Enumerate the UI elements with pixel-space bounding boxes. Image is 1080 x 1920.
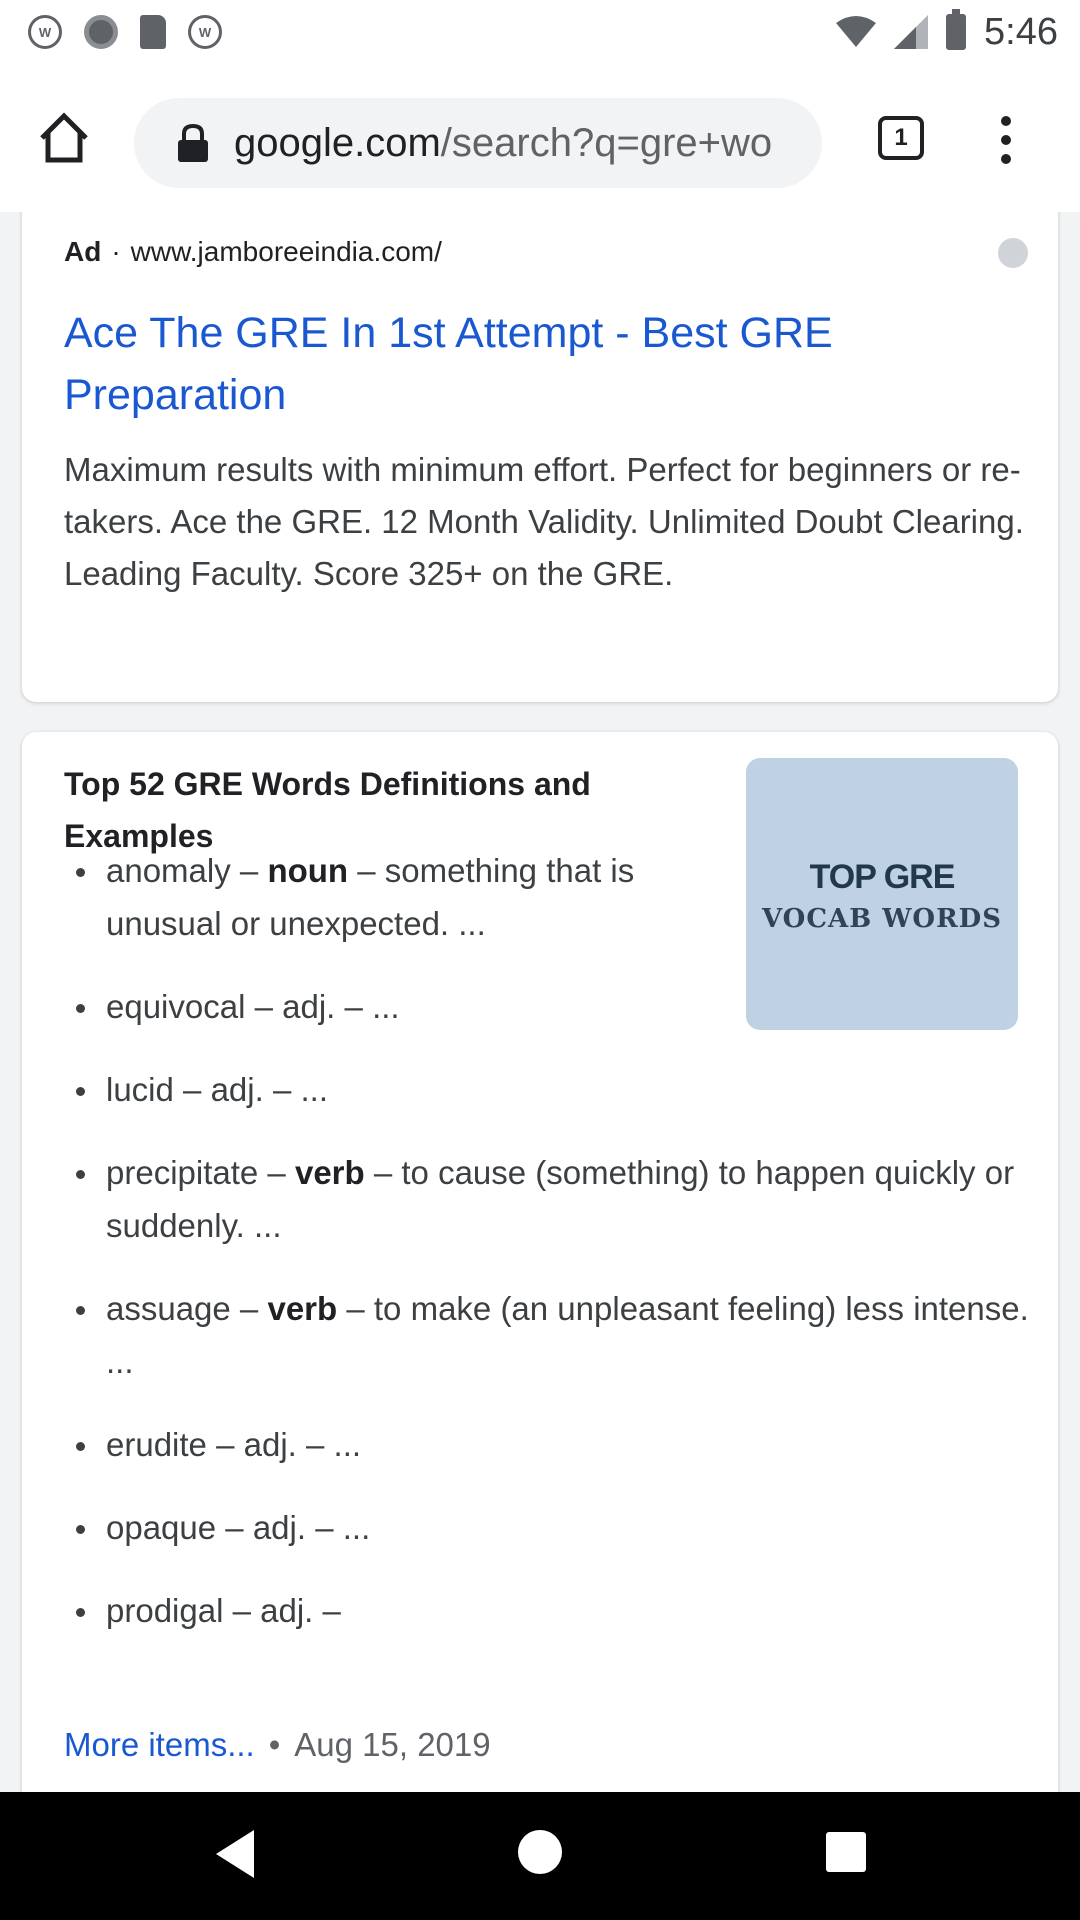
item-pos: adj. [243,1426,297,1463]
browser-toolbar: google.com/search?q=gre+wo 1 [0,64,1080,212]
home-icon[interactable] [36,110,92,166]
overflow-menu-icon[interactable] [994,116,1018,164]
ad-url-line: Ad · www.jamboreeindia.com/ [64,236,442,268]
item-word: erudite [106,1426,207,1463]
list-item: prodigal – adj. – [64,1584,1034,1637]
list-item: erudite – adj. – ... [64,1418,1034,1471]
featured-snippet-card: Top 52 GRE Words Definitions and Example… [22,732,1058,1792]
item-definition: ... [372,988,400,1025]
item-pos: noun [267,852,349,889]
list-item: anomaly – noun – something that is unusu… [64,844,726,950]
url-text[interactable]: google.com/search?q=gre+wo [234,121,772,166]
item-pos: adj. [210,1071,264,1108]
list-item: assuage – verb – to make (an unpleasant … [64,1282,1034,1388]
item-word: assuage [106,1290,231,1327]
ubereats-notification-icon: W [188,15,222,49]
ad-label: Ad [64,236,102,267]
item-pos: verb [267,1290,338,1327]
tabs-icon[interactable]: 1 [878,116,924,160]
item-definition: ... [300,1071,329,1108]
circle-notification-icon [84,15,118,49]
ad-description: Maximum results with minimum effort. Per… [64,451,1024,592]
wifi-icon [836,16,877,47]
item-pos: verb [294,1154,365,1191]
more-items-link[interactable]: More items... [64,1726,255,1763]
ad-card: Ad · www.jamboreeindia.com/ Ace The GRE In… [22,212,1058,702]
info-icon[interactable] [998,238,1028,268]
home-circle-icon[interactable] [518,1830,562,1874]
address-bar[interactable]: google.com/search?q=gre+wo [134,98,822,188]
footer-separator: • [268,1726,281,1763]
list-item: equivocal – adj. – ... [64,980,726,1033]
list-item: lucid – adj. – ... [64,1063,1034,1116]
url-host: google.com [234,120,441,165]
item-pos: adj. [282,988,336,1025]
item-word: equivocal [106,988,246,1025]
system-nav-bar [0,1792,1080,1920]
url-path: /search?q=gre+wo [440,120,773,165]
ad-display-url[interactable]: www.jamboreeindia.com/ [131,236,442,267]
clock: 5:46 [984,10,1058,53]
item-word: anomaly [106,852,231,889]
status-bar: W W 5:46 [0,0,1080,64]
list-item: precipitate – verb – to cause (something… [64,1146,1034,1252]
item-word: opaque [106,1509,217,1546]
sd-card-icon [140,15,166,49]
recents-icon[interactable] [826,1832,866,1872]
item-definition: ... [342,1509,371,1546]
result-date: Aug 15, 2019 [294,1726,491,1763]
item-pos: adj. [252,1509,307,1546]
item-definition: to make (an unpleasant feeling) less int… [106,1290,1029,1380]
ad-title-link[interactable]: Ace The GRE In 1st Attempt - Best GRE Pr… [64,302,964,426]
item-definition: ... [333,1426,362,1463]
word-list: anomaly – noun – something that is unusu… [64,844,1034,1667]
ad-separator: · [111,236,121,267]
item-word: precipitate [106,1154,259,1191]
list-item: opaque – adj. – ... [64,1501,1034,1554]
back-icon[interactable] [216,1830,254,1878]
item-word: lucid [106,1071,174,1108]
ubereats-notification-icon: W [28,15,62,49]
battery-icon [946,9,967,50]
cell-signal-icon [894,15,929,49]
search-results: Ad · www.jamboreeindia.com/ Ace The GRE In… [0,212,1080,1792]
item-word: prodigal [106,1592,224,1629]
item-pos: adj. [260,1592,314,1629]
lock-icon [178,123,208,162]
result-footer: More items... • Aug 15, 2019 [64,1726,491,1764]
